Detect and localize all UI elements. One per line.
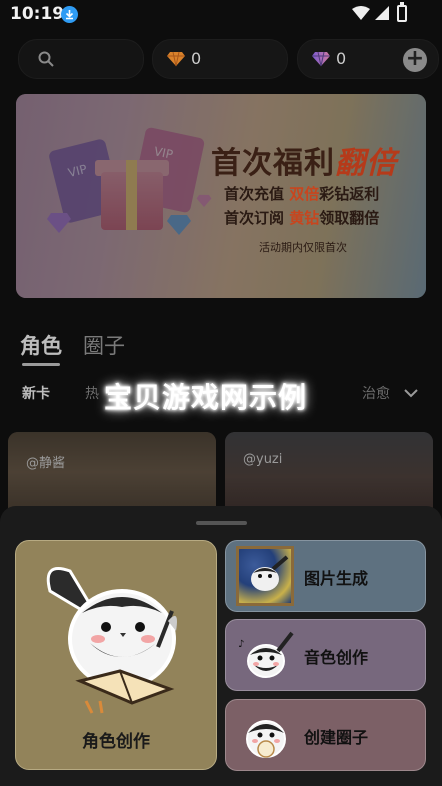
gold-diamond-balance[interactable]: 0 xyxy=(152,39,288,79)
svg-text:♪: ♪ xyxy=(238,639,244,650)
color-diamond-icon xyxy=(312,51,330,67)
battery-icon xyxy=(397,2,407,22)
gold-diamond-icon xyxy=(167,51,185,67)
banner-title-prefix: 首次福利 xyxy=(211,146,335,181)
color-diamond-count: 0 xyxy=(336,49,347,68)
circle-create-label: 创建圈子 xyxy=(304,728,369,747)
signal-icon xyxy=(375,6,389,20)
role-create-label: 角色创作 xyxy=(82,732,150,752)
banner-line2-suffix: 领取翻倍 xyxy=(319,209,380,227)
active-tab-indicator xyxy=(22,363,60,366)
top-bar: 0 0 + xyxy=(0,39,442,79)
banner-title: 首次福利翻倍 xyxy=(211,138,397,182)
voice-create-button[interactable]: ♪ 音色创作 xyxy=(225,619,426,691)
add-currency-button[interactable]: + xyxy=(403,48,427,72)
character-author: @静酱 xyxy=(26,456,66,471)
status-bar: 10:19 xyxy=(0,0,442,30)
sheet-drag-handle[interactable] xyxy=(196,521,247,525)
filter-hot[interactable]: 热 xyxy=(85,383,99,403)
create-bottom-sheet: 角色创作 图片生成 ♪ 音色创作 创建圈子 xyxy=(0,506,442,786)
gold-diamond-count: 0 xyxy=(191,49,202,68)
main-tabs: 角色 圈子 xyxy=(0,330,442,370)
watermark-text: 宝贝游戏网示例 xyxy=(104,381,308,414)
bird-writing-mascot-icon xyxy=(46,567,177,714)
character-author: @yuzi xyxy=(243,452,283,467)
banner-title-highlight: 翻倍 xyxy=(335,146,397,181)
image-generate-label: 图片生成 xyxy=(304,569,369,588)
first-purchase-banner[interactable]: VIP VIP 首次福利翻倍 首次充值 双倍彩钻返利 首次订阅 黄钻领取翻倍 活… xyxy=(16,94,426,298)
banner-line-subscribe: 首次订阅 黄钻领取翻倍 xyxy=(224,207,379,228)
banner-line2-prefix: 首次订阅 xyxy=(224,209,290,227)
banner-line1-prefix: 首次充值 xyxy=(224,185,290,203)
bird-badge-icon xyxy=(246,720,286,758)
banner-line1-suffix: 彩钻返利 xyxy=(319,185,380,203)
filter-new[interactable]: 新卡 xyxy=(22,383,50,403)
chevron-down-icon[interactable] xyxy=(404,388,418,398)
painting-bird-icon xyxy=(236,546,294,606)
tab-circle[interactable]: 圈子 xyxy=(83,330,125,360)
banner-line-recharge: 首次充值 双倍彩钻返利 xyxy=(224,183,379,204)
voice-create-label: 音色创作 xyxy=(304,648,369,667)
color-diamond-balance[interactable]: 0 + xyxy=(297,39,439,79)
status-time: 10:19 xyxy=(10,4,65,24)
role-create-button[interactable]: 角色创作 xyxy=(15,540,217,770)
wifi-icon xyxy=(352,6,370,20)
banner-note: 活动期内仅限首次 xyxy=(259,241,347,254)
download-icon xyxy=(61,6,78,23)
search-button[interactable] xyxy=(18,39,144,79)
circle-create-button[interactable]: 创建圈子 xyxy=(225,699,426,771)
search-icon xyxy=(38,51,54,67)
banner-line2-highlight: 黄钻 xyxy=(289,209,320,227)
banner-line1-highlight: 双倍 xyxy=(289,185,320,203)
filter-healing[interactable]: 治愈 xyxy=(362,383,390,403)
image-generate-button[interactable]: 图片生成 xyxy=(225,540,426,612)
bird-singing-icon: ♪ xyxy=(238,631,294,678)
tab-role[interactable]: 角色 xyxy=(20,330,62,360)
